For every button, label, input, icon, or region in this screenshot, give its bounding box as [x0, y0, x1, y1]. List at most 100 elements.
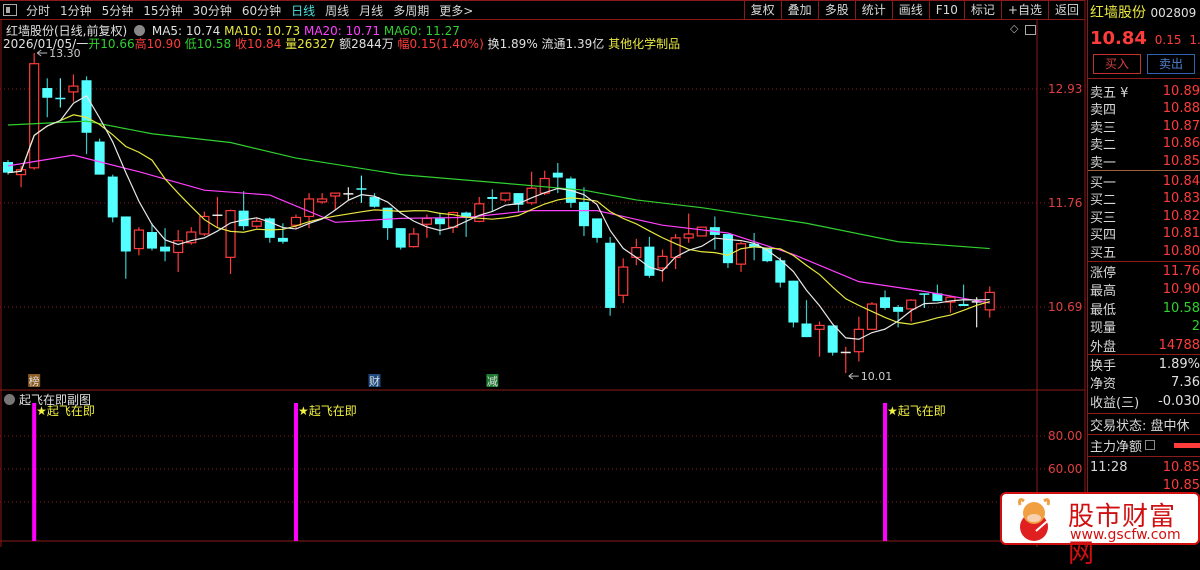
candle-body — [408, 233, 419, 248]
candle-body — [173, 240, 184, 254]
candle-body — [421, 217, 432, 225]
event-marker: 财 — [369, 374, 380, 388]
row-label: 卖四 — [1090, 103, 1117, 118]
candle — [775, 257, 786, 288]
candle-body — [853, 328, 864, 353]
row-label: 换手 — [1090, 358, 1117, 374]
candle-body — [814, 324, 825, 330]
divider — [1088, 78, 1200, 79]
main-net-row: 主力净额 — [1090, 436, 1200, 455]
bid-row: 买二 10.83 — [1090, 190, 1200, 208]
candle-body — [958, 304, 969, 306]
ma5-line — [7, 94, 990, 340]
candle-body — [657, 255, 668, 269]
status-text: 交易状态: 盘中休 — [1090, 418, 1190, 434]
ask-row: 卖一 10.85 — [1090, 152, 1200, 171]
stock-name: 红墙股份 — [1090, 5, 1146, 21]
watermark-url: www.gscfw.com — [1070, 527, 1181, 543]
candle-body — [866, 303, 878, 330]
candle — [160, 228, 171, 262]
candle-body — [605, 242, 616, 308]
bid-row: 买四 10.81 — [1090, 225, 1200, 243]
candle — [840, 346, 851, 374]
candle — [94, 138, 105, 175]
candle-body — [696, 226, 707, 237]
candle — [68, 74, 79, 102]
candle — [487, 189, 498, 212]
candle-body — [735, 243, 747, 265]
candle-body — [212, 214, 223, 217]
candle — [513, 193, 524, 213]
signal-bar — [293, 403, 298, 541]
row-value: 1.89% — [1158, 356, 1200, 372]
row-label: 卖二 — [1090, 138, 1117, 153]
row-label: 卖一 — [1090, 155, 1117, 171]
candle — [880, 290, 891, 310]
candle-body — [42, 88, 53, 98]
candle — [146, 223, 157, 251]
candle — [133, 227, 144, 256]
candle-body — [251, 220, 262, 227]
candle — [343, 187, 354, 200]
sell-button[interactable]: 卖出 — [1147, 54, 1195, 74]
signal-bar — [883, 403, 888, 541]
candle-body — [984, 291, 995, 311]
candle-body — [618, 266, 629, 296]
ask-row: 卖三 10.87 — [1090, 117, 1200, 136]
stat-row: 现量 2 — [1090, 318, 1200, 336]
candle-body — [317, 198, 328, 203]
stock-code: 002809 — [1150, 6, 1197, 20]
kline-chart[interactable]: 12.9311.7610.6913.3010.01榜财减80.0060.0040… — [0, 0, 1087, 547]
row-value: 10.81 — [1162, 226, 1200, 241]
row-label: 11:28 — [1090, 459, 1128, 475]
candle — [500, 192, 511, 202]
subchart-title[interactable]: 起飞在即副图 — [19, 391, 91, 408]
trade-status: 交易状态: 盘中休 — [1090, 415, 1200, 434]
candle-body — [880, 297, 891, 308]
bid-row: 买五 10.80 — [1090, 242, 1200, 261]
net-bar — [1174, 442, 1200, 448]
candle-body — [29, 63, 40, 169]
ma60-line — [7, 120, 990, 250]
candle — [395, 228, 406, 250]
candle-body — [500, 192, 511, 201]
candle-body — [919, 293, 930, 295]
row-value: 2 — [1191, 319, 1200, 334]
candle — [15, 165, 27, 188]
candle — [644, 236, 655, 278]
row-value: 10.86 — [1162, 136, 1200, 151]
candle-body — [683, 233, 694, 239]
row-value: -0.030 — [1158, 393, 1200, 409]
row-value: 10.85 — [1162, 477, 1200, 493]
arrow-icon — [848, 372, 859, 380]
menu-icon[interactable] — [1145, 440, 1156, 450]
row-value: 10.80 — [1162, 243, 1200, 259]
ask-row: 卖四 10.88 — [1090, 100, 1200, 118]
candle-body — [592, 218, 603, 238]
candle-body — [434, 218, 445, 225]
candle-body — [893, 306, 904, 312]
candle-body — [81, 80, 92, 133]
event-marker: 减 — [487, 375, 498, 388]
candle-body — [801, 323, 812, 338]
candle-body — [722, 233, 733, 264]
candle-body — [670, 237, 681, 258]
candle — [356, 175, 367, 203]
candle — [945, 295, 956, 313]
candle-body — [3, 161, 13, 173]
price-change: 0.15 — [1154, 33, 1182, 47]
row-label: 买五 — [1090, 245, 1117, 261]
row-label: 卖三 — [1090, 120, 1117, 136]
row-value: 11.76 — [1162, 263, 1200, 279]
candle — [434, 212, 445, 235]
collapse-icon[interactable] — [4, 394, 15, 405]
stat-row: 收益(三) -0.030 — [1090, 392, 1200, 411]
candle — [631, 238, 642, 266]
row-label: 买四 — [1090, 228, 1117, 243]
candle-body — [68, 85, 79, 93]
candle — [173, 230, 184, 272]
buy-button[interactable]: 买入 — [1093, 54, 1141, 74]
price-pct: 1.4 — [1189, 33, 1200, 47]
candle — [42, 78, 53, 118]
candle-body — [487, 197, 498, 199]
